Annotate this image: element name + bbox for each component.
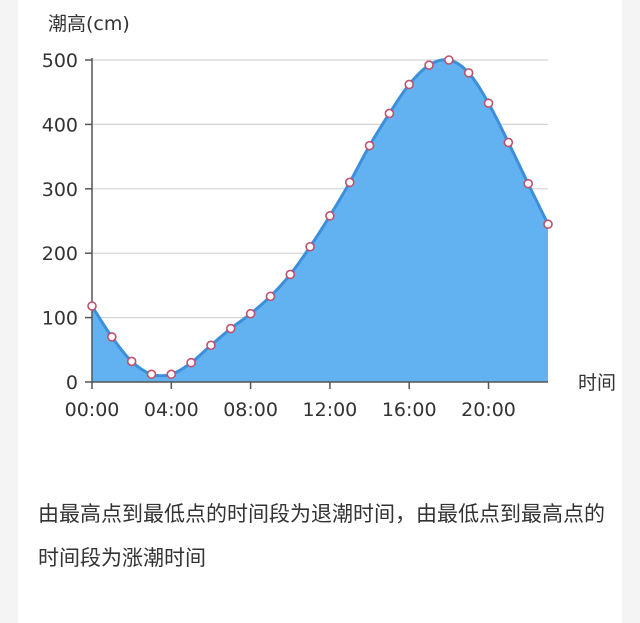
y-tick-label: 100 [42, 308, 78, 330]
x-axis-label: 时间 [578, 372, 616, 394]
x-tick-label: 20:00 [461, 399, 516, 421]
data-point [523, 178, 533, 189]
data-point [503, 137, 514, 148]
data-point [87, 301, 97, 311]
y-tick-label: 0 [66, 372, 78, 394]
caption-text: 由最高点到最低点的时间段为退潮时间，由最低点到最高点的时间段为涨潮时间 [38, 502, 605, 570]
data-point [444, 55, 454, 65]
tide-area [92, 59, 548, 383]
data-point [404, 79, 415, 90]
data-point [225, 323, 236, 334]
data-point [186, 357, 196, 368]
y-tick-label: 500 [42, 50, 78, 72]
y-tick-label: 200 [42, 243, 78, 265]
data-point [543, 219, 553, 230]
y-axis-label: 潮高(cm) [48, 13, 130, 35]
data-point [364, 140, 375, 151]
x-tick-label: 12:00 [303, 399, 358, 421]
data-point [166, 369, 177, 380]
data-point [325, 211, 335, 221]
data-point [285, 269, 296, 280]
data-point [483, 98, 494, 108]
data-point [463, 68, 474, 78]
data-point [245, 308, 256, 319]
data-point [384, 108, 395, 119]
data-point [126, 356, 137, 367]
data-point [424, 60, 434, 70]
x-tick-label: 16:00 [382, 399, 437, 421]
tide-chart: 0 100 200 300 400 500 00:00 04:00 08:00 12:00 16:0… [42, 13, 616, 421]
data-point [146, 369, 157, 380]
data-point [344, 177, 355, 188]
data-point [206, 340, 216, 351]
y-tick-label: 300 [42, 179, 78, 201]
data-point [305, 241, 315, 252]
x-tick-label: 00:00 [65, 399, 120, 421]
y-tick-label: 400 [42, 114, 78, 136]
x-tick-label: 04:00 [144, 399, 199, 421]
data-point [265, 291, 276, 302]
data-point [107, 332, 117, 342]
x-tick-label: 08:00 [223, 399, 278, 421]
